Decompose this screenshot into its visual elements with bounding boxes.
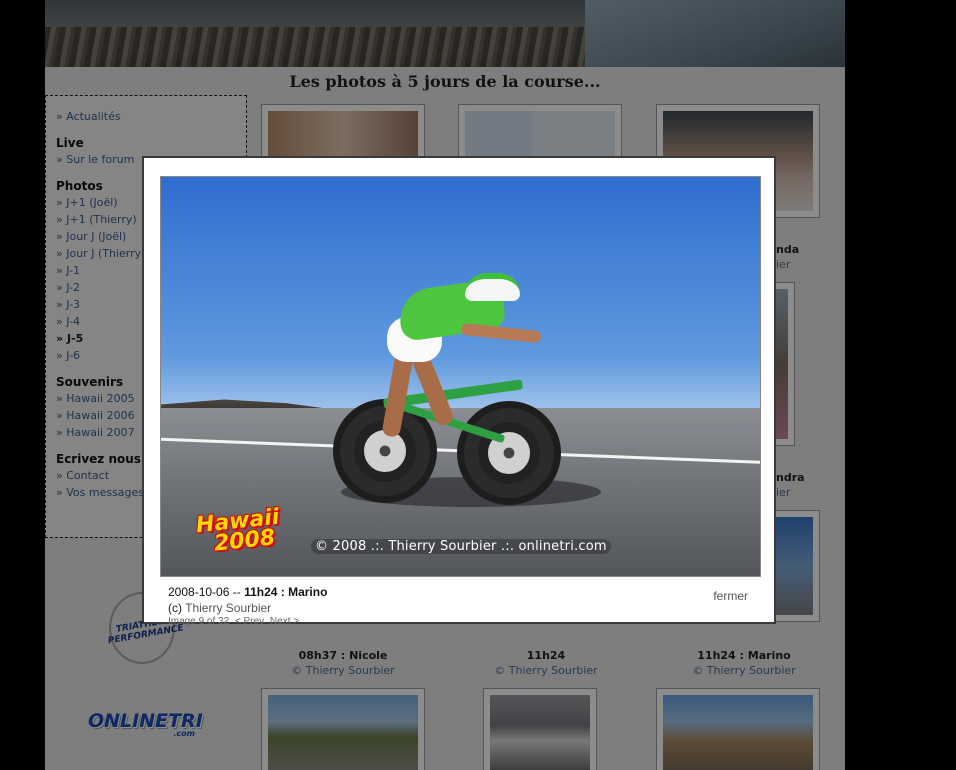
lightbox-dialog: Hawaii 2008 © 2008 .:. Thierry Sourbier … xyxy=(142,156,776,626)
caption-credit-line: (c) Thierry Sourbier xyxy=(168,601,327,615)
close-button[interactable]: fermer xyxy=(713,589,748,603)
next-link[interactable]: Next > xyxy=(270,616,299,626)
image-navigation: Image 9 of 32 < Prev Next > xyxy=(168,616,327,626)
photo-cyclist-helmet xyxy=(465,273,520,301)
lightbox-caption: 2008-10-06 -- 11h24 : Marino (c) Thierry… xyxy=(168,585,327,626)
photo-front-wheel xyxy=(457,401,561,505)
caption-date: 2008-10-06 -- xyxy=(168,585,241,599)
caption-title: 11h24 : Marino xyxy=(244,585,328,599)
credit-author: Thierry Sourbier xyxy=(185,601,272,615)
credit-prefix: (c) xyxy=(168,601,182,615)
image-counter: Image 9 of 32 xyxy=(168,616,230,626)
photo-watermark: © 2008 .:. Thierry Sourbier .:. onlinetr… xyxy=(311,539,611,554)
caption-title-line: 2008-10-06 -- 11h24 : Marino xyxy=(168,585,327,599)
lightbox-photo[interactable]: Hawaii 2008 © 2008 .:. Thierry Sourbier … xyxy=(160,176,761,577)
prev-link[interactable]: < Prev xyxy=(235,616,264,626)
hawaii-2008-badge: Hawaii 2008 xyxy=(195,505,282,557)
